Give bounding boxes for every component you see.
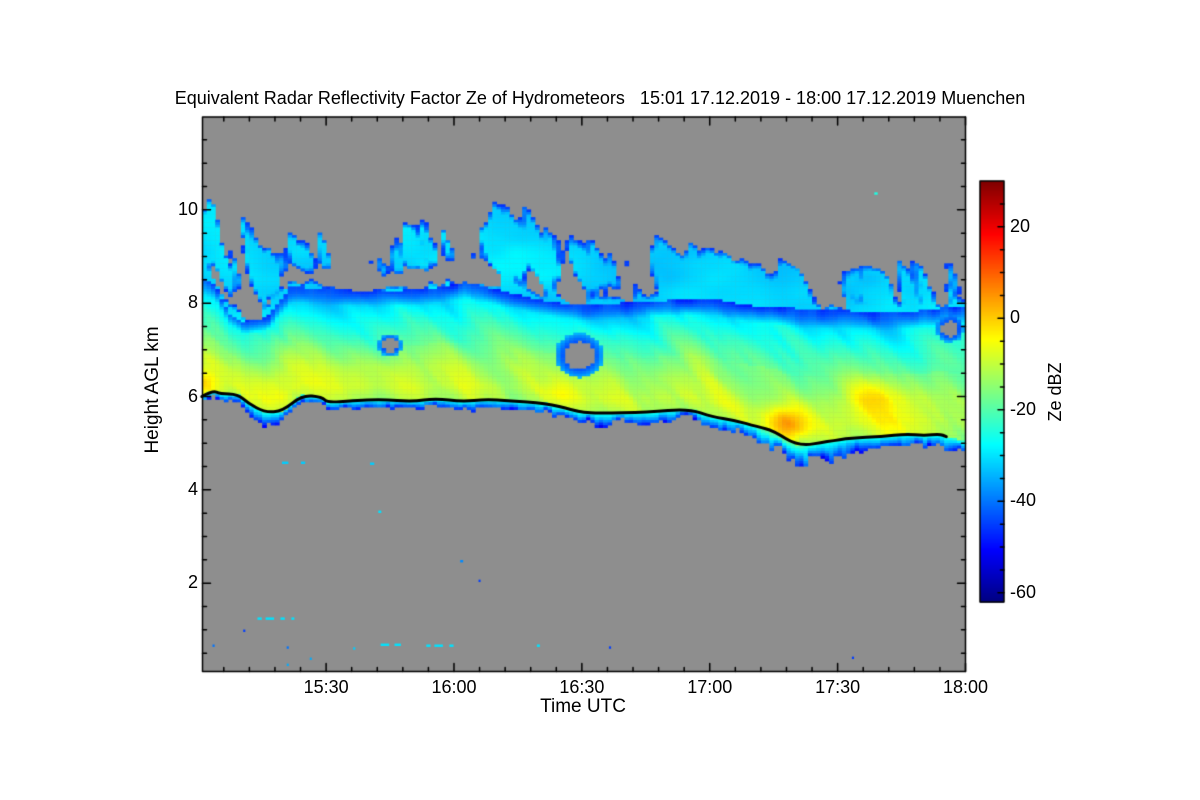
x-tick-label: 16:00 — [431, 677, 477, 697]
y-tick-label: 2 — [187, 572, 198, 593]
radar-reflectivity-figure: Equivalent Radar Reflectivity Factor Ze … — [0, 0, 1200, 800]
colorbar-tick-label: 0 — [1010, 307, 1021, 328]
chart-title: Equivalent Radar Reflectivity Factor Ze … — [174, 88, 1026, 108]
x-tick-label: 17:00 — [687, 677, 733, 697]
y-tick-label: 4 — [187, 478, 198, 499]
y-tick-label: 10 — [177, 198, 198, 219]
colorbar-tick-label: -60 — [1010, 581, 1037, 602]
colorbar-tick-label: 20 — [1010, 215, 1031, 236]
y-tick-label: 6 — [187, 385, 198, 406]
x-tick-label: 15:30 — [303, 677, 349, 697]
x-tick-label: 16:30 — [559, 677, 605, 697]
colorbar-tick-label: -40 — [1010, 490, 1037, 511]
x-tick-label: 18:00 — [942, 677, 989, 697]
colorbar-tick-label: -20 — [1010, 398, 1037, 419]
x-axis-label: Time UTC — [540, 696, 626, 717]
colorbar-label: Ze dBZ — [1045, 362, 1065, 422]
x-tick-label: 17:30 — [815, 677, 861, 697]
y-tick-label: 8 — [187, 292, 198, 313]
